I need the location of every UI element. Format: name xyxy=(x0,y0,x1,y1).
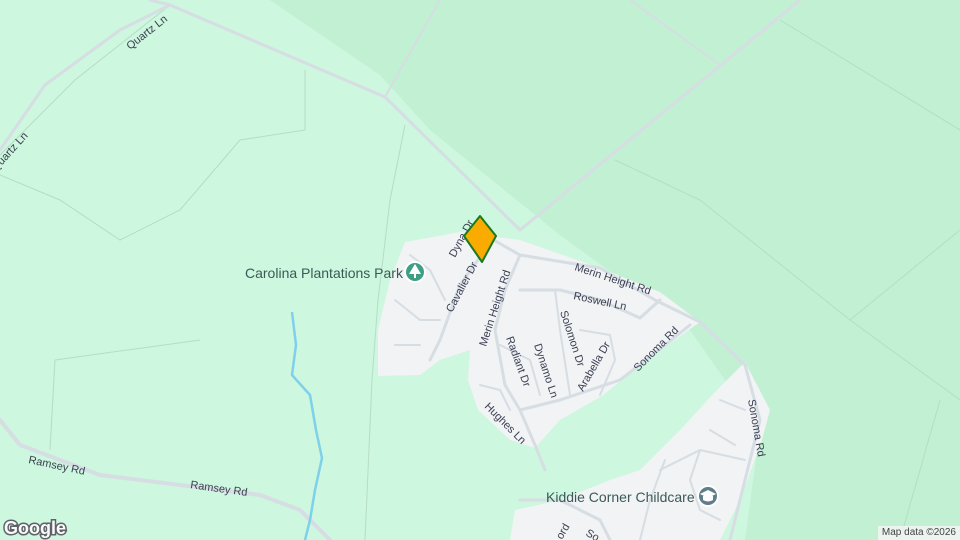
map-svg: Quartz Ln Quartz Ln Dyna Dr Cavalier Dr … xyxy=(0,0,960,540)
poi-label-park[interactable]: Carolina Plantations Park xyxy=(245,265,404,281)
google-logo[interactable]: Google xyxy=(3,517,68,540)
graduation-cap-icon[interactable] xyxy=(697,485,719,507)
poi-label-childcare[interactable]: Kiddie Corner Childcare xyxy=(546,489,695,505)
tree-icon[interactable] xyxy=(404,261,426,283)
map-canvas[interactable]: Quartz Ln Quartz Ln Dyna Dr Cavalier Dr … xyxy=(0,0,960,540)
map-attribution[interactable]: Map data ©2026 xyxy=(877,526,960,540)
